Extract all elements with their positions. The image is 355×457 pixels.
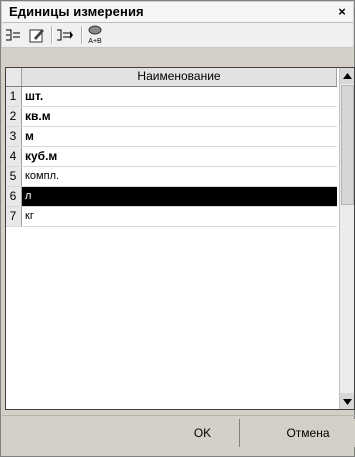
table-row[interactable]: 5 компл. [5, 167, 337, 187]
grid-rows: 1 шт. 2 кв.м 3 м 4 куб.м 5 компл. 6 л 7 … [5, 87, 337, 227]
toolbar: A+B [2, 23, 353, 48]
move-row-icon [57, 29, 73, 41]
ok-button[interactable]: OK [166, 419, 239, 447]
scroll-thumb[interactable] [341, 85, 354, 205]
button-divider [239, 419, 240, 447]
table-row[interactable]: 2 кв.м [5, 107, 337, 127]
row-number: 3 [5, 127, 22, 146]
arrow-up-icon [343, 72, 352, 79]
row-number: 1 [5, 87, 22, 106]
row-name[interactable]: шт. [22, 87, 337, 106]
row-name[interactable]: кг [22, 207, 337, 226]
column-header-name[interactable]: Наименование [22, 67, 337, 86]
vertical-scrollbar[interactable] [339, 67, 355, 410]
table-row[interactable]: 1 шт. [5, 87, 337, 107]
grid-header: Наименование [5, 67, 337, 87]
row-number: 7 [5, 207, 22, 226]
cancel-button[interactable]: Отмена [261, 419, 355, 447]
footer-divider [2, 415, 355, 416]
move-row-button[interactable] [54, 25, 76, 45]
sort-button[interactable]: A+B [84, 25, 106, 45]
insert-row-icon [6, 29, 20, 41]
table-row[interactable]: 3 м [5, 127, 337, 147]
title-bar: Единицы измерения × [2, 2, 353, 23]
row-number: 2 [5, 107, 22, 126]
edit-button[interactable] [26, 25, 48, 45]
scroll-down-button[interactable] [340, 393, 355, 410]
close-button[interactable]: × [335, 5, 349, 19]
row-name[interactable]: куб.м [22, 147, 337, 166]
row-name[interactable]: кв.м [22, 107, 337, 126]
svg-text:A+B: A+B [88, 38, 102, 45]
row-number: 4 [5, 147, 22, 166]
row-name[interactable]: л [22, 187, 337, 206]
units-grid[interactable]: Наименование 1 шт. 2 кв.м 3 м 4 куб.м 5 … [5, 67, 355, 410]
header-corner [5, 67, 22, 86]
toolbar-separator [51, 26, 53, 44]
insert-row-button[interactable] [2, 25, 24, 45]
row-name[interactable]: м [22, 127, 337, 146]
table-row-selected[interactable]: 6 л [5, 187, 337, 207]
table-row[interactable]: 7 кг [5, 207, 337, 227]
row-name[interactable]: компл. [22, 167, 337, 186]
row-number: 6 [5, 187, 22, 206]
arrow-down-icon [343, 398, 352, 405]
scroll-up-button[interactable] [340, 67, 355, 84]
toolbar-separator-2 [81, 26, 83, 44]
window-title: Единицы измерения [9, 4, 144, 19]
sort-icon: A+B [88, 25, 102, 45]
row-number: 5 [5, 167, 22, 186]
table-row[interactable]: 4 куб.м [5, 147, 337, 167]
edit-icon [29, 29, 44, 43]
